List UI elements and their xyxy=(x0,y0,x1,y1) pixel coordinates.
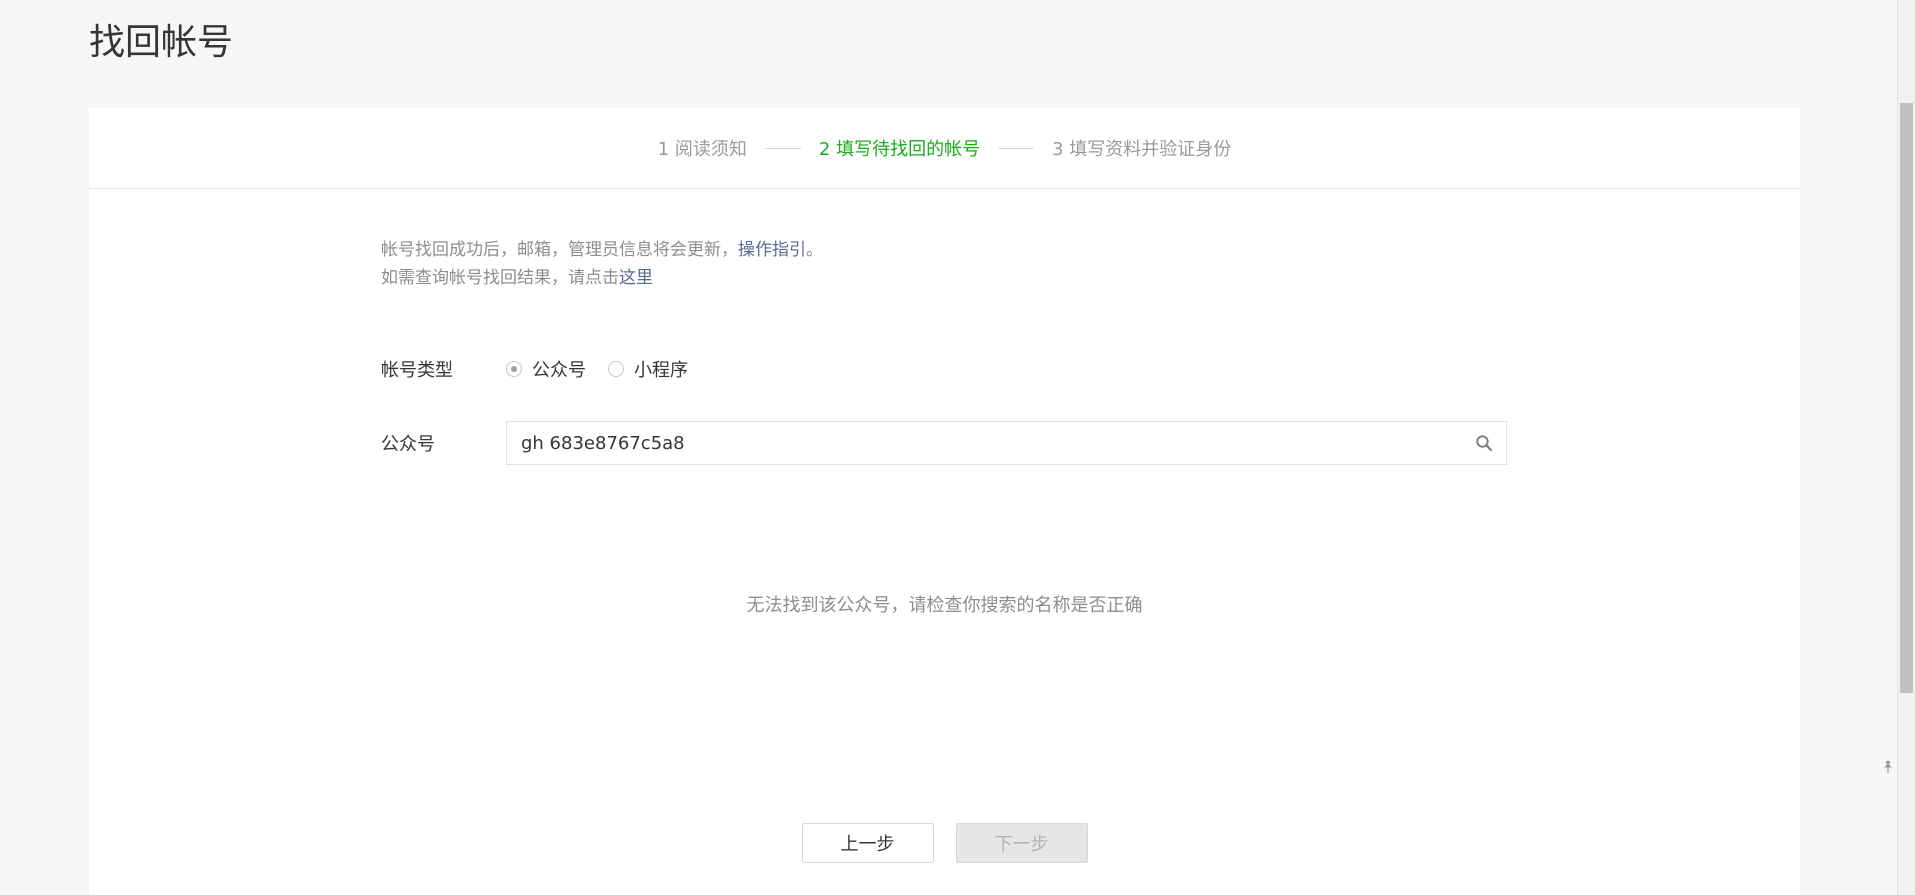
notice-line-2-text: 如需查询帐号找回结果，请点击 xyxy=(381,268,619,288)
form-content: 帐号找回成功后，邮箱，管理员信息将会更新，操作指引。 如需查询帐号找回结果，请点… xyxy=(381,236,1507,465)
account-type-radio-group: 公众号 小程序 xyxy=(506,356,688,382)
step-2: 2 填写待找回的帐号 xyxy=(818,139,981,160)
radio-official-account-label: 公众号 xyxy=(532,360,586,381)
radio-checked-icon[interactable] xyxy=(506,361,522,377)
account-type-row: 帐号类型 公众号 小程序 xyxy=(381,353,688,385)
page-title: 找回帐号 xyxy=(89,22,234,63)
account-search-box xyxy=(506,421,1507,465)
main-card: 1 阅读须知 2 填写待找回的帐号 3 填写资料并验证身份 帐号找回成功后，邮箱… xyxy=(89,108,1800,895)
account-search-input[interactable] xyxy=(507,422,1462,464)
next-step-button[interactable]: 下一步 xyxy=(955,823,1088,863)
notice-line-1-end: 。 xyxy=(806,240,823,260)
step-1: 1 阅读须知 xyxy=(657,139,747,160)
radio-unchecked-icon[interactable] xyxy=(608,361,624,377)
pin-icon[interactable] xyxy=(1881,759,1895,773)
empty-result-tip: 无法找到该公众号，请检查你搜索的名称是否正确 xyxy=(746,595,1143,616)
radio-mini-program-label: 小程序 xyxy=(634,360,688,381)
account-type-label: 帐号类型 xyxy=(381,360,453,381)
step-3: 3 填写资料并验证身份 xyxy=(1052,139,1232,160)
query-result-link[interactable]: 这里 xyxy=(619,268,653,288)
notice-line-2: 如需查询帐号找回结果，请点击这里 xyxy=(381,264,1396,292)
account-label: 公众号 xyxy=(381,434,435,455)
notice-line-1-text: 帐号找回成功后，邮箱，管理员信息将会更新， xyxy=(381,240,738,260)
radio-official-account[interactable]: 公众号 xyxy=(506,356,586,382)
operation-guide-link[interactable]: 操作指引 xyxy=(738,240,806,260)
scrollbar-thumb[interactable] xyxy=(1900,103,1913,693)
prev-step-button[interactable]: 上一步 xyxy=(801,823,934,863)
action-buttons: 上一步 下一步 xyxy=(89,823,1800,863)
step-divider xyxy=(764,147,801,149)
notice-line-1: 帐号找回成功后，邮箱，管理员信息将会更新，操作指引。 xyxy=(381,236,1396,264)
search-icon[interactable] xyxy=(1462,422,1506,464)
radio-mini-program[interactable]: 小程序 xyxy=(608,356,688,382)
steps-bar: 1 阅读须知 2 填写待找回的帐号 3 填写资料并验证身份 xyxy=(89,108,1800,189)
scrollbar-track[interactable] xyxy=(1897,0,1915,895)
step-divider xyxy=(998,147,1035,149)
account-row: 公众号 xyxy=(381,420,1507,466)
notice-text: 帐号找回成功后，邮箱，管理员信息将会更新，操作指引。 如需查询帐号找回结果，请点… xyxy=(381,236,1396,292)
